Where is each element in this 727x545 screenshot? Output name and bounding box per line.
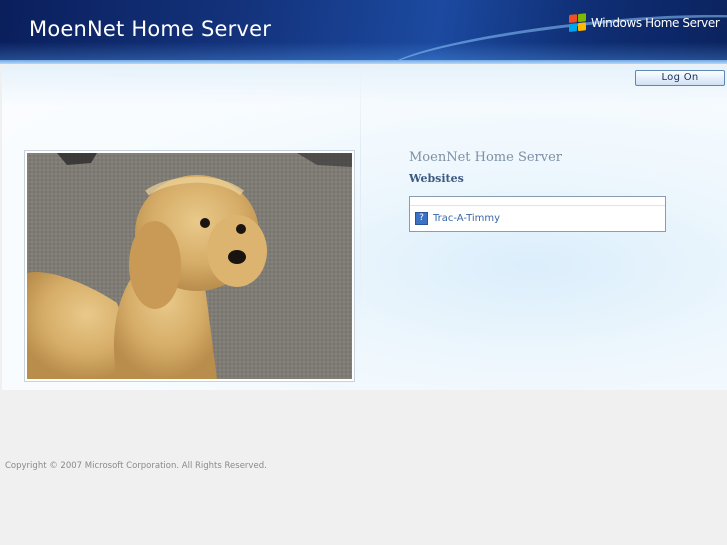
websites-heading: Websites	[409, 172, 464, 185]
log-on-button[interactable]: Log On	[635, 70, 725, 86]
windows-home-server-logo: Windows Home Server	[569, 13, 720, 33]
content-top-band	[2, 66, 727, 106]
site-title: MoenNet Home Server	[29, 17, 272, 41]
brand-logo-text: Windows Home Server	[591, 16, 720, 30]
dog-photo	[27, 153, 352, 379]
copyright-text: Copyright © 2007 Microsoft Corporation. …	[5, 461, 267, 471]
help-page-icon: ?	[415, 211, 428, 225]
header-banner: MoenNet Home Server Windows Home Server	[0, 0, 727, 64]
websites-list: ? Trac-A-Timmy	[409, 196, 666, 232]
website-link-label[interactable]: Trac-A-Timmy	[433, 213, 500, 224]
dog-photo-illustration	[27, 153, 352, 379]
websites-list-divider	[410, 205, 665, 206]
section-title: MoenNet Home Server	[409, 150, 563, 165]
header-divider	[0, 60, 727, 64]
windows-flag-icon	[569, 13, 588, 33]
photo-frame	[24, 150, 355, 382]
website-link-trac-a-timmy[interactable]: ? Trac-A-Timmy	[415, 211, 500, 225]
column-divider	[360, 60, 361, 324]
